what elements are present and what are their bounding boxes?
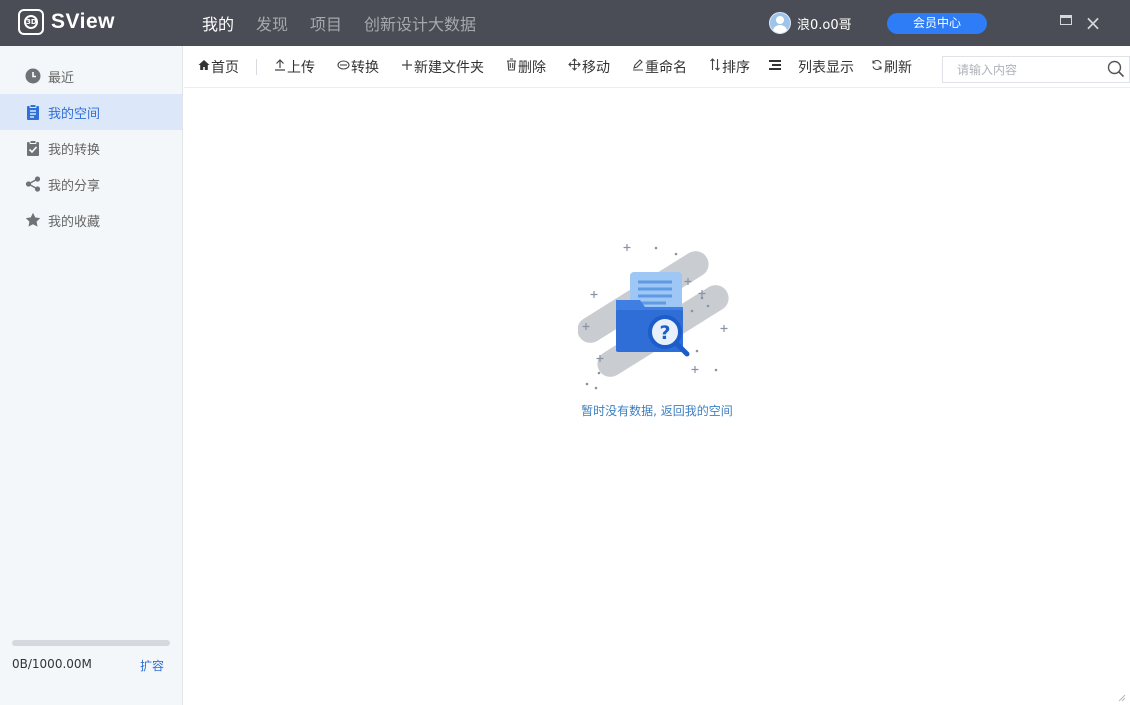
sidebar-item-label: 最近 xyxy=(48,70,75,86)
storage-used-text: 0B/1000.00M xyxy=(12,657,92,671)
sidebar-item-label: 我的空间 xyxy=(48,106,101,122)
refresh-button[interactable]: 刷新 xyxy=(871,57,912,77)
logo-mark-text: 3D xyxy=(24,15,38,29)
trash-icon xyxy=(506,58,517,75)
new-folder-label: 新建文件夹 xyxy=(414,59,484,76)
search-box xyxy=(942,56,1130,83)
rename-label: 重命名 xyxy=(645,59,687,76)
logo-icon: 3D xyxy=(18,9,44,35)
vip-center-button[interactable]: 会员中心 xyxy=(887,13,987,34)
sort-button[interactable]: 排序 xyxy=(709,57,750,77)
search-input[interactable] xyxy=(943,57,1107,82)
share-icon xyxy=(24,175,42,193)
clipboard-icon xyxy=(24,103,42,121)
nav-tab-design-bigdata[interactable]: 创新设计大数据 xyxy=(364,11,476,35)
username[interactable]: 浪0.o0哥 xyxy=(797,14,852,33)
storage-progress-bar xyxy=(12,640,170,646)
sidebar-item-recent[interactable]: 最近 xyxy=(0,58,182,94)
back-to-my-space-link[interactable]: 暂时没有数据, 返回我的空间 xyxy=(184,402,1130,419)
resize-grip-icon[interactable] xyxy=(1116,692,1126,702)
sidebar-item-label: 我的分享 xyxy=(48,178,101,194)
sidebar-item-label: 我的收藏 xyxy=(48,214,101,230)
star-icon xyxy=(24,211,42,229)
move-button[interactable]: 移动 xyxy=(568,57,610,77)
storage-usage: 0B/1000.00M 扩容 xyxy=(12,640,170,674)
clock-icon xyxy=(24,67,42,85)
toolbar-divider xyxy=(256,58,257,75)
sidebar-item-favorites[interactable]: 我的收藏 xyxy=(0,202,182,238)
edit-icon xyxy=(632,58,644,75)
refresh-label: 刷新 xyxy=(884,59,912,76)
file-toolbar: 首页 上传 转换 新建文件夹 删除 移动 重命名 排序 列表显示 刷新 请输入内… xyxy=(184,46,1130,88)
close-icon[interactable]: × xyxy=(1084,10,1102,36)
sort-icon xyxy=(709,58,721,75)
maximize-icon[interactable] xyxy=(1060,15,1072,25)
upload-icon xyxy=(274,58,286,75)
delete-label: 删除 xyxy=(518,59,546,76)
list-view-button[interactable]: 列表显示 xyxy=(768,57,854,77)
rename-button[interactable]: 重命名 xyxy=(632,57,687,77)
clipboard-check-icon xyxy=(24,139,42,157)
list-view-label: 列表显示 xyxy=(798,59,854,76)
sort-label: 排序 xyxy=(722,59,750,76)
home-button[interactable]: 首页 xyxy=(198,57,239,77)
refresh-icon xyxy=(871,59,883,75)
sidebar: 最近 我的空间 我的转换 我的分享 我的收藏 0B/1000.00M 扩容 xyxy=(0,46,183,705)
convert-label: 转换 xyxy=(351,59,379,76)
nav-tab-projects[interactable]: 项目 xyxy=(310,11,342,35)
plus-icon xyxy=(401,59,413,75)
sidebar-item-my-space[interactable]: 我的空间 xyxy=(0,94,182,130)
upload-label: 上传 xyxy=(287,59,315,76)
sidebar-menu: 最近 我的空间 我的转换 我的分享 我的收藏 xyxy=(0,58,182,238)
file-list-area: ? 暂时没有数据, 返回我的空间 xyxy=(184,88,1130,705)
sidebar-item-label: 我的转换 xyxy=(48,142,101,158)
nav-tab-discover[interactable]: 发现 xyxy=(256,11,288,35)
empty-folder-illustration: ? xyxy=(577,238,736,402)
nav-tab-mine[interactable]: 我的 xyxy=(202,11,234,35)
home-icon xyxy=(198,59,210,75)
title-bar: 3D SView 我的 发现 项目 创新设计大数据 浪0.o0哥 会员中心 × xyxy=(0,0,1130,46)
delete-button[interactable]: 删除 xyxy=(506,57,546,77)
list-icon xyxy=(768,59,782,75)
upload-button[interactable]: 上传 xyxy=(274,57,315,77)
svg-text:?: ? xyxy=(659,322,670,344)
expand-storage-link[interactable]: 扩容 xyxy=(140,657,164,674)
home-label: 首页 xyxy=(211,59,239,76)
convert-button[interactable]: 转换 xyxy=(337,57,379,77)
main-nav: 我的 发现 项目 创新设计大数据 xyxy=(202,0,498,46)
move-label: 移动 xyxy=(582,59,610,76)
user-avatar-icon[interactable] xyxy=(769,12,791,34)
move-icon xyxy=(568,58,581,75)
new-folder-button[interactable]: 新建文件夹 xyxy=(401,57,484,77)
sidebar-item-my-conversions[interactable]: 我的转换 xyxy=(0,130,182,166)
sidebar-item-my-shares[interactable]: 我的分享 xyxy=(0,166,182,202)
search-icon[interactable] xyxy=(1107,60,1125,78)
app-name: SView xyxy=(51,10,115,33)
user-menu[interactable]: 浪0.o0哥 xyxy=(769,12,852,34)
convert-icon xyxy=(337,59,350,75)
app-logo: 3D SView xyxy=(18,9,115,35)
